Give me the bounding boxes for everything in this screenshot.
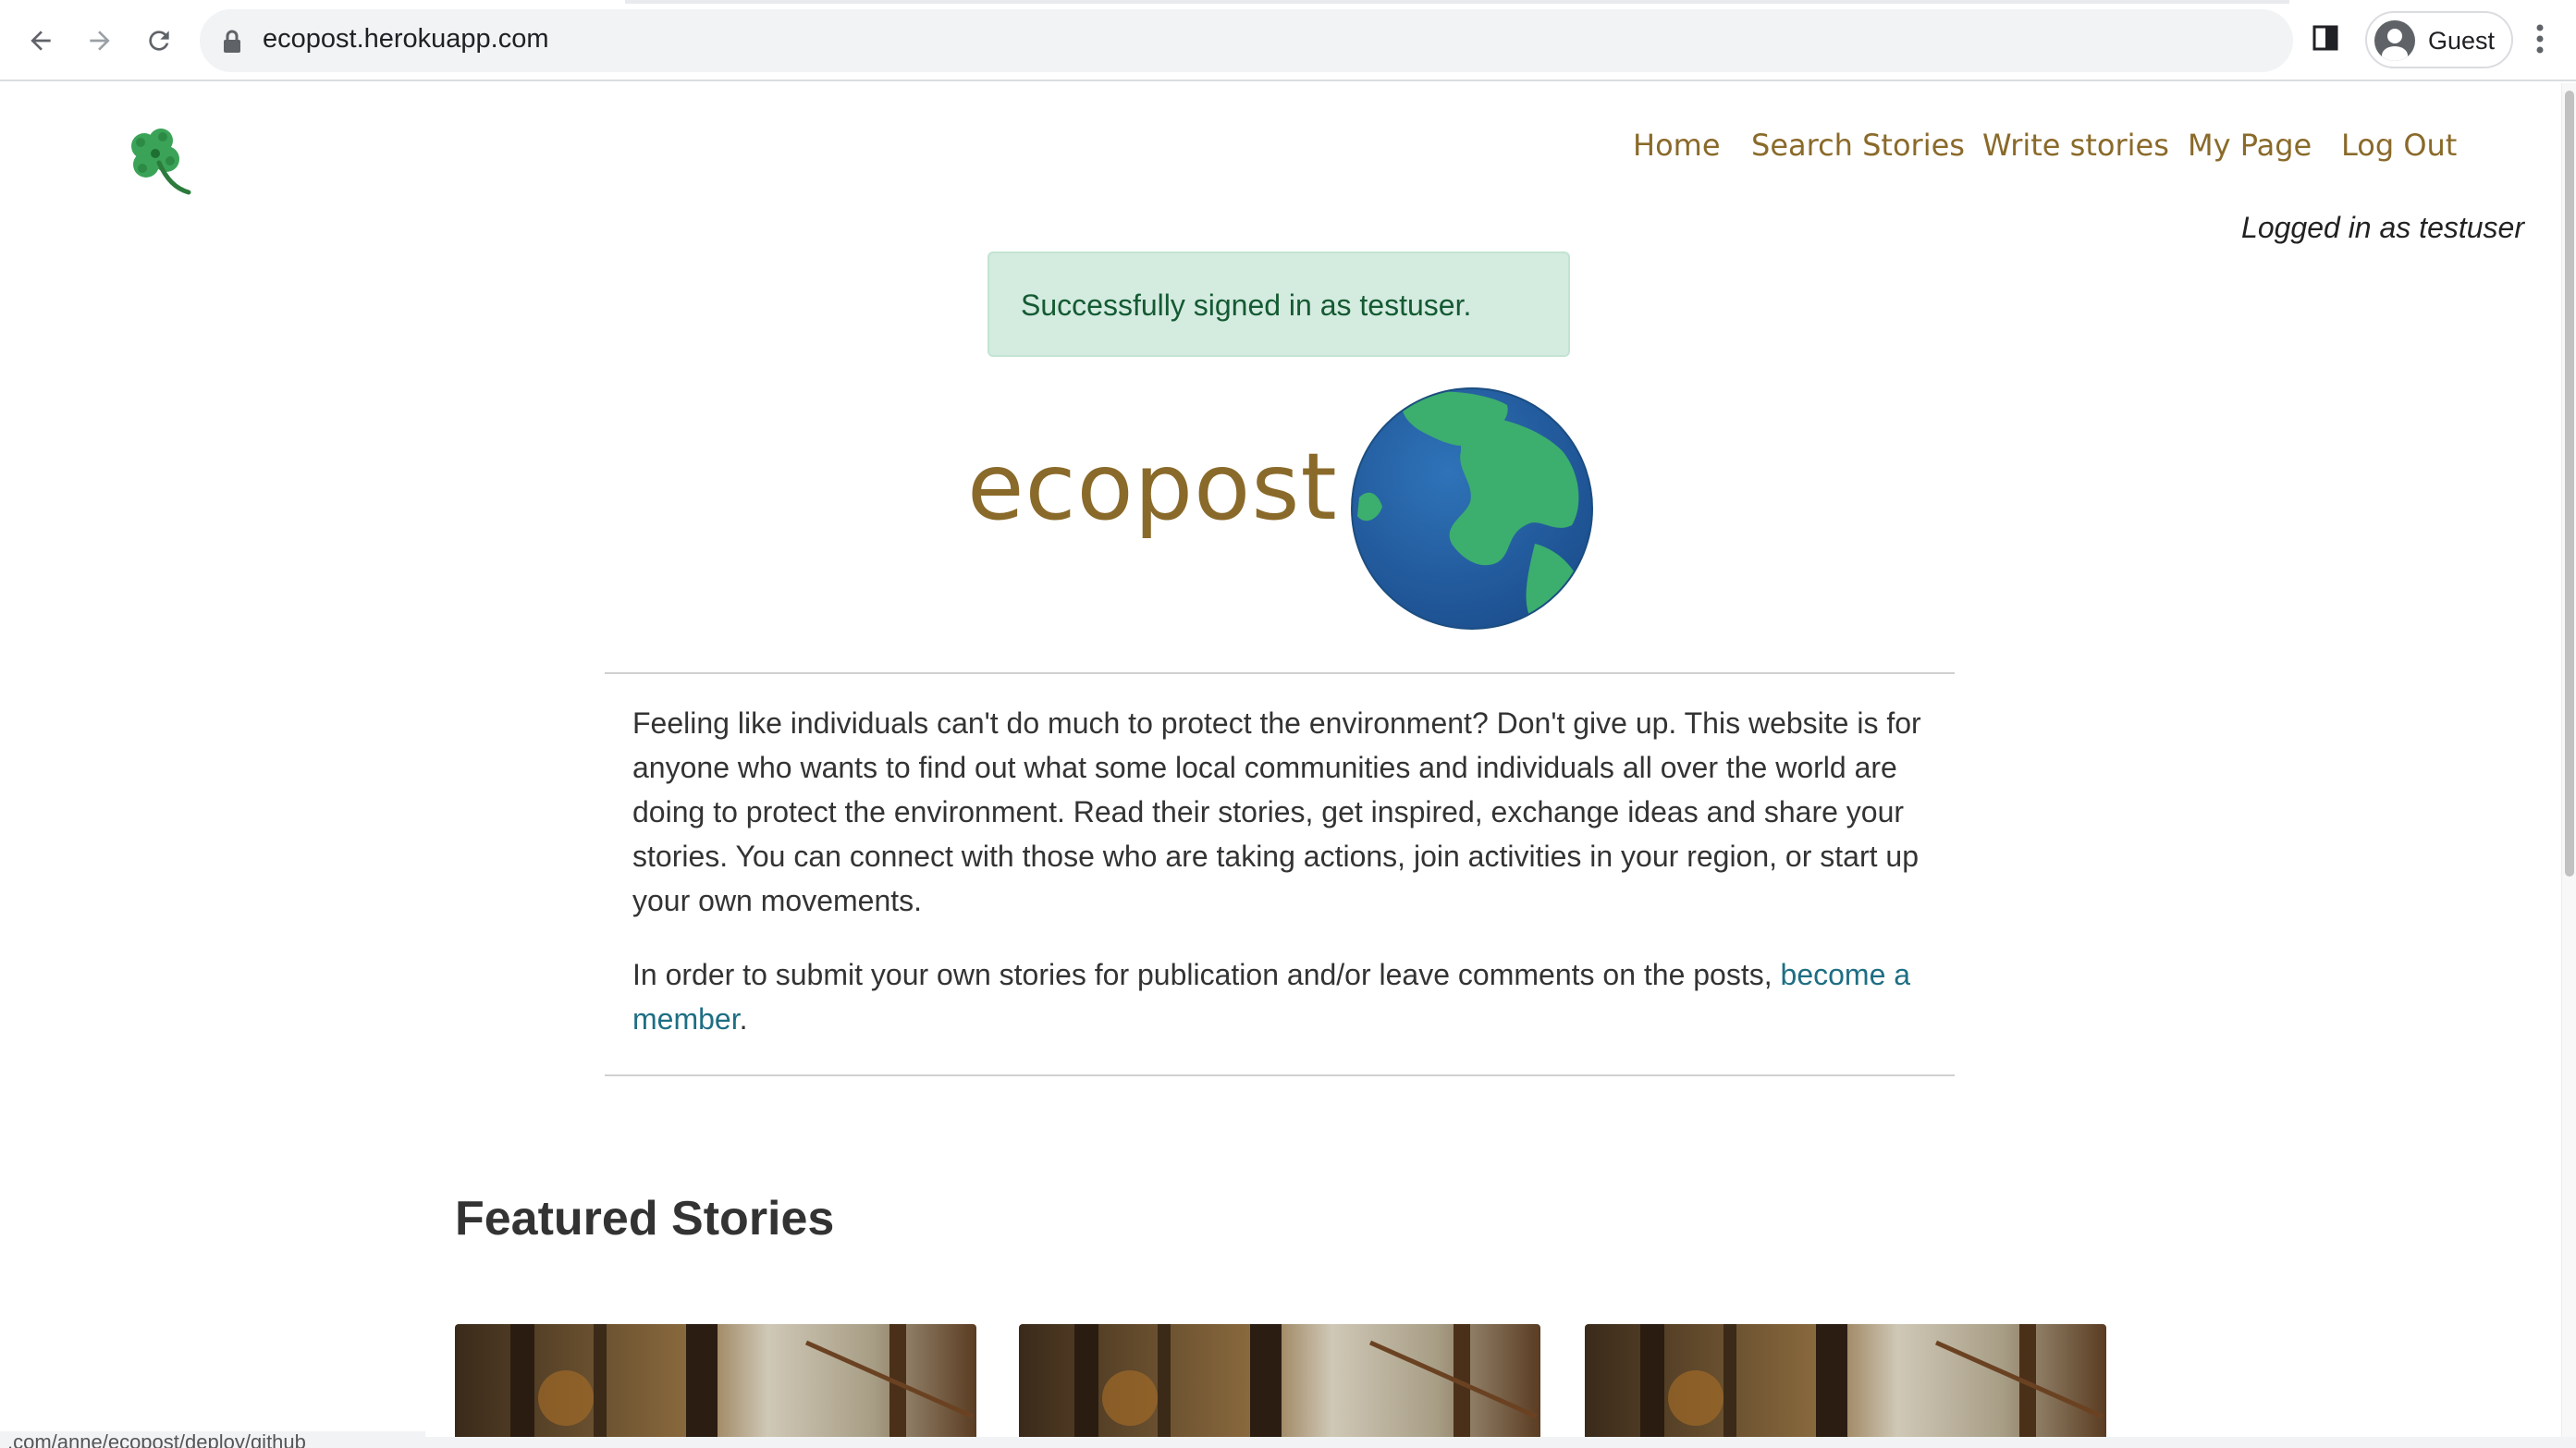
- membership-text: In order to submit your own stories for …: [632, 958, 1781, 991]
- profile-label: Guest: [2428, 27, 2496, 55]
- site-navigation: Home Search Stories Write stories My Pag…: [0, 128, 2561, 174]
- divider-bottom: [605, 1074, 1955, 1076]
- flash-message-text: Successfully signed in as testuser.: [1021, 288, 1472, 322]
- nav-home-link[interactable]: Home: [1633, 128, 1721, 163]
- back-button[interactable]: [18, 18, 63, 63]
- back-arrow-icon: [31, 31, 51, 51]
- nav-write-stories-link[interactable]: Write stories: [1982, 128, 2169, 163]
- nav-log-out-link[interactable]: Log Out: [2341, 128, 2457, 163]
- scrollbar-thumb[interactable]: [2565, 91, 2574, 877]
- forward-arrow-icon: [90, 31, 110, 51]
- intro-section: Feeling like individuals can't do much t…: [632, 701, 1927, 1071]
- reload-button[interactable]: [137, 18, 181, 63]
- address-bar[interactable]: ecopost.herokuapp.com: [200, 9, 2293, 72]
- globe-icon: [1351, 387, 1593, 630]
- browser-toolbar: ecopost.herokuapp.com Guest: [0, 0, 2576, 81]
- story-card-image[interactable]: [455, 1324, 976, 1439]
- menu-kebab-icon[interactable]: [2535, 22, 2545, 55]
- forward-button[interactable]: [78, 18, 122, 63]
- profile-icon: [2374, 20, 2415, 61]
- nav-my-page-link[interactable]: My Page: [2188, 128, 2312, 163]
- story-card-image[interactable]: [1019, 1324, 1540, 1439]
- divider-top: [605, 672, 1955, 674]
- tab-strip-line: [625, 0, 2289, 4]
- intro-paragraph: Feeling like individuals can't do much t…: [632, 706, 1921, 917]
- nav-search-stories-link[interactable]: Search Stories: [1751, 128, 1965, 163]
- featured-stories-heading: Featured Stories: [455, 1192, 835, 1246]
- profile-button[interactable]: Guest: [2365, 11, 2513, 68]
- brand-wordmark: ecopost: [967, 433, 1338, 541]
- membership-suffix: .: [739, 1002, 748, 1036]
- url-text: ecopost.herokuapp.com: [263, 24, 549, 54]
- reload-icon: [149, 31, 169, 51]
- flash-message: Successfully signed in as testuser.: [987, 252, 1570, 357]
- web-page: Home Search Stories Write stories My Pag…: [0, 83, 2561, 1439]
- status-bar-url: .com/anne/ecopost/deploy/github: [0, 1431, 425, 1448]
- membership-paragraph: In order to submit your own stories for …: [632, 952, 1927, 1041]
- logged-in-status: Logged in as testuser: [2241, 211, 2524, 244]
- lock-icon: [224, 30, 240, 53]
- story-card-image[interactable]: [1585, 1324, 2106, 1439]
- side-panel-icon[interactable]: [2312, 24, 2339, 52]
